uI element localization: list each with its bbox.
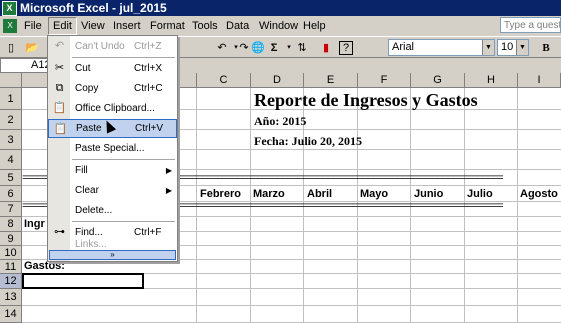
row-header-13[interactable]: 13 — [0, 289, 22, 306]
chevron-right-icon: ▶ — [165, 186, 172, 195]
column-header-i[interactable]: I — [518, 73, 561, 88]
chart-icon[interactable]: ▮ — [318, 40, 334, 56]
menu-edit[interactable]: Edit — [48, 17, 77, 35]
menu-item-clear[interactable]: Clear ▶ — [48, 181, 177, 200]
title-bar: X Microsoft Excel - jul_2015 — [0, 0, 561, 16]
row-header-12[interactable]: 12 — [0, 274, 22, 289]
month-header: Abril — [307, 188, 333, 200]
window-title: Microsoft Excel - jul_2015 — [20, 1, 167, 15]
menu-item-copy[interactable]: ⧉ Copy Ctrl+C — [48, 79, 177, 98]
row-header-8[interactable]: 8 — [0, 217, 22, 232]
row-header-10[interactable]: 10 — [0, 246, 22, 260]
row-header-7[interactable]: 7 — [0, 202, 22, 217]
select-all-corner[interactable] — [0, 73, 22, 88]
month-header: Febrero — [200, 188, 241, 200]
edit-menu-dropdown: ↶ Can't Undo Ctrl+Z ✂ Cut Ctrl+X ⧉ Copy … — [47, 35, 178, 262]
menu-file[interactable]: File — [20, 18, 46, 34]
binoculars-icon: ⊶ — [54, 226, 65, 238]
menu-bar: X File Edit View Insert Format Tools Dat… — [0, 16, 561, 36]
row-header-14[interactable]: 14 — [0, 306, 22, 323]
report-date: Fecha: Julio 20, 2015 — [254, 134, 362, 148]
row-header-5[interactable]: 5 — [0, 170, 22, 186]
font-size-value: 10 — [501, 41, 514, 53]
menu-insert[interactable]: Insert — [109, 18, 145, 34]
copy-icon: ⧉ — [55, 82, 64, 94]
scissors-icon: ✂ — [54, 62, 65, 74]
row-header-1[interactable]: 1 — [0, 88, 22, 110]
menu-item-cut[interactable]: ✂ Cut Ctrl+X — [48, 59, 177, 78]
chevron-down-icon[interactable]: ▼ — [516, 40, 528, 55]
menu-view[interactable]: View — [77, 18, 109, 34]
active-cell-a12[interactable] — [22, 273, 144, 289]
chevron-down-icon[interactable]: ▼ — [482, 40, 494, 55]
chevron-right-icon: ▶ — [165, 166, 172, 175]
month-header: Julio — [467, 188, 493, 200]
autosum-icon[interactable]: Σ — [266, 40, 282, 56]
help-icon[interactable]: ? — [339, 41, 353, 55]
column-header-e[interactable]: E — [304, 73, 358, 88]
menu-item-undo[interactable]: ↶ Can't Undo Ctrl+Z — [48, 37, 177, 56]
column-header-f[interactable]: F — [358, 73, 411, 88]
menu-tools[interactable]: Tools — [188, 18, 222, 34]
excel-icon: X — [2, 1, 17, 16]
menu-item-delete[interactable]: Delete... — [48, 201, 177, 220]
column-header-d[interactable]: D — [251, 73, 304, 88]
menu-window[interactable]: Window — [255, 18, 302, 34]
undo-icon: ↶ — [54, 40, 65, 52]
expand-menu-chevron-icon[interactable]: » — [49, 250, 176, 260]
menu-data[interactable]: Data — [222, 18, 253, 34]
row-header-3[interactable]: 3 — [0, 130, 22, 150]
month-header: Agosto — [520, 188, 558, 200]
report-title: Reporte de Ingresos y Gastos — [254, 90, 478, 110]
font-value: Arial — [392, 41, 415, 53]
hyperlink-icon[interactable]: 🌐 — [250, 40, 266, 56]
name-box[interactable]: A12 — [0, 58, 51, 73]
workbook-icon[interactable]: X — [3, 19, 17, 33]
month-header: Mayo — [360, 188, 389, 200]
menu-format[interactable]: Format — [146, 18, 189, 34]
row-header-6[interactable]: 6 — [0, 186, 22, 202]
menu-item-fill[interactable]: Fill ▶ — [48, 161, 177, 180]
column-header-g[interactable]: G — [411, 73, 465, 88]
menu-item-paste-special[interactable]: Paste Special... — [48, 139, 177, 158]
row-header-11[interactable]: 11 — [0, 260, 22, 274]
paste-icon: 📋 — [53, 123, 68, 135]
month-header: Marzo — [253, 188, 285, 200]
month-header: Junio — [414, 188, 444, 200]
new-icon[interactable]: ▯ — [3, 40, 19, 56]
bold-button[interactable]: B — [538, 40, 554, 56]
report-year: Año: 2015 — [254, 114, 307, 128]
row-header-2[interactable]: 2 — [0, 110, 22, 130]
column-header-c[interactable]: C — [197, 73, 251, 88]
sort-icon[interactable]: ⇅ — [294, 40, 310, 56]
open-icon[interactable]: 📂 — [24, 40, 40, 56]
font-size-select[interactable]: 10 ▼ — [497, 39, 529, 56]
clipboard-icon: 📋 — [52, 102, 67, 114]
menu-help[interactable]: Help — [299, 18, 330, 34]
menu-item-office-clipboard[interactable]: 📋 Office Clipboard... — [48, 99, 177, 118]
help-search-input[interactable]: Type a questio — [500, 17, 561, 33]
row-header-4[interactable]: 4 — [0, 150, 22, 170]
font-select[interactable]: Arial ▼ — [388, 39, 495, 56]
row-header-9[interactable]: 9 — [0, 232, 22, 246]
ingresos-label: Ingr — [24, 218, 45, 230]
column-header-h[interactable]: H — [465, 73, 518, 88]
